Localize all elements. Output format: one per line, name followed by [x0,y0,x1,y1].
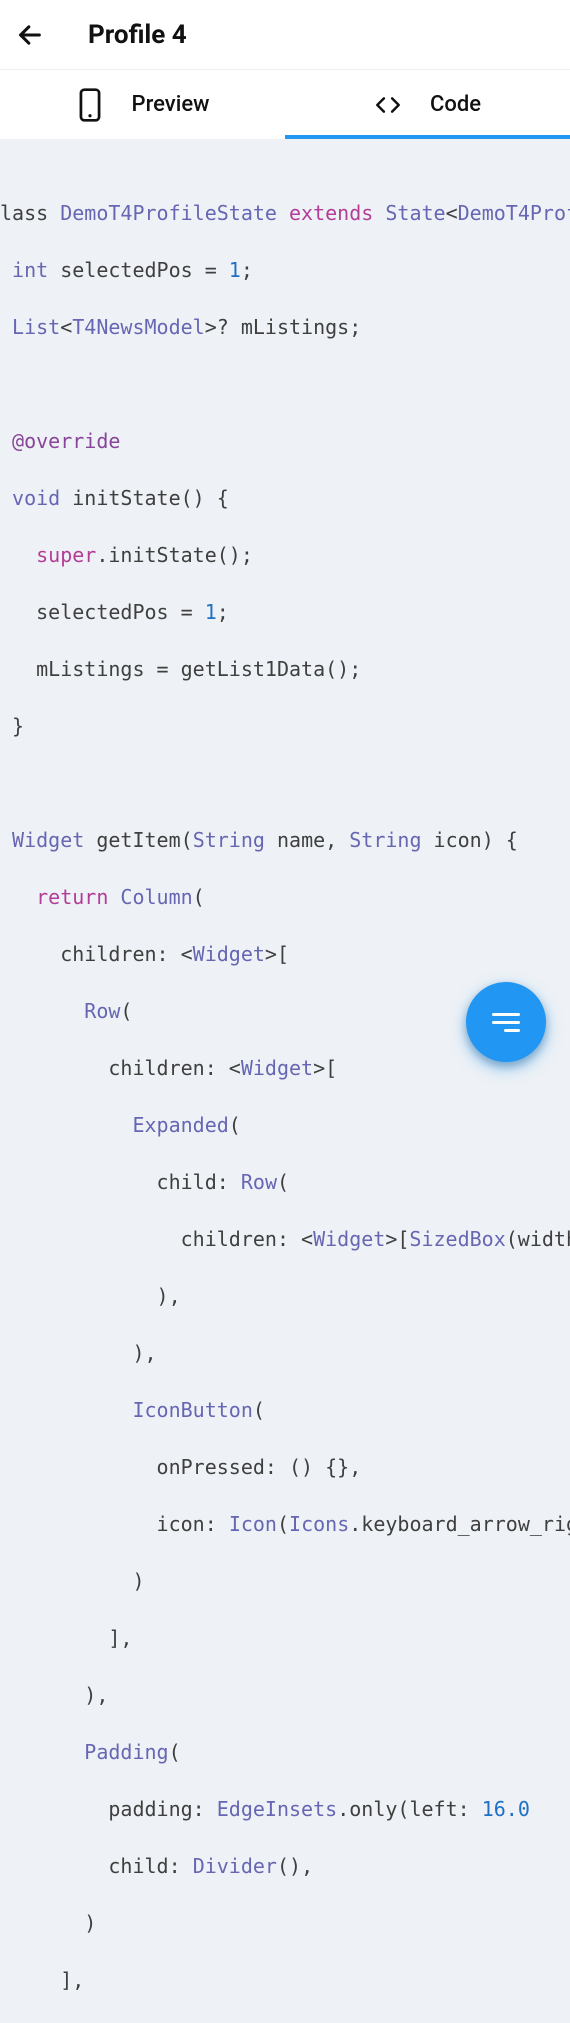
code-icon [374,91,402,119]
tab-code-label: Code [430,92,481,117]
tab-preview-label: Preview [132,92,210,117]
back-arrow-icon [16,21,44,49]
page-title: Profile 4 [88,20,187,50]
tab-code[interactable]: Code [285,70,570,139]
header: Profile 4 [0,0,570,70]
phone-icon [76,91,104,119]
tab-preview[interactable]: Preview [0,70,285,139]
back-button[interactable] [14,19,46,51]
fab-button[interactable] [466,982,546,1062]
code-view[interactable]: lass DemoT4ProfileState extends State<De… [0,140,570,2023]
tabs: Preview Code [0,70,570,140]
menu-icon [490,1010,522,1034]
